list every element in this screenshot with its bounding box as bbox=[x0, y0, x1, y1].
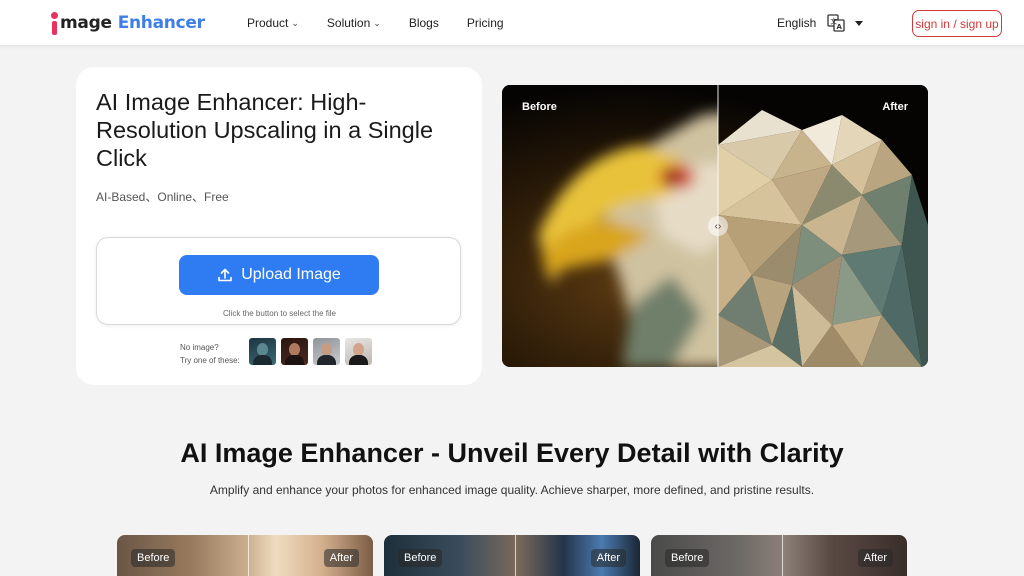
example-card-1[interactable]: Before After bbox=[117, 535, 373, 576]
sample-thumbnail[interactable] bbox=[345, 338, 372, 365]
translate-icon: 文 A bbox=[827, 14, 846, 32]
nav-pricing-label: Pricing bbox=[466, 16, 504, 30]
example-before-tag: Before bbox=[398, 549, 443, 567]
main-nav: Product ⌄ Solution ⌄ Blogs Pricing bbox=[247, 0, 532, 46]
svg-text:A: A bbox=[837, 23, 843, 31]
sample-thumbnail[interactable] bbox=[249, 338, 276, 365]
before-after-showcase[interactable]: Before After ‹› bbox=[502, 85, 928, 367]
example-card-3[interactable]: Before After bbox=[651, 535, 907, 576]
example-divider bbox=[248, 535, 249, 576]
nav-blogs[interactable]: Blogs bbox=[409, 16, 439, 30]
hero-card: AI Image Enhancer: High-Resolution Upsca… bbox=[76, 67, 482, 385]
nav-solution[interactable]: Solution ⌄ bbox=[327, 16, 381, 30]
chevron-down-icon: ⌄ bbox=[373, 17, 381, 28]
upload-hint: Click the button to select the file bbox=[223, 309, 336, 318]
nav-product-label: Product bbox=[247, 16, 289, 30]
hero-subtitle: AI-Based、Online、Free bbox=[96, 190, 229, 204]
nav-product[interactable]: Product ⌄ bbox=[247, 16, 299, 30]
before-label: Before bbox=[522, 101, 557, 113]
hero-title: AI Image Enhancer: High-Resolution Upsca… bbox=[96, 89, 434, 171]
language-label: English bbox=[777, 16, 817, 30]
example-after-tag: After bbox=[590, 549, 626, 567]
sign-in-button[interactable]: sign in / sign up bbox=[912, 10, 1002, 37]
example-card-2[interactable]: Before After bbox=[384, 535, 640, 576]
logo-i-mark bbox=[50, 11, 58, 35]
logo-brand: Enhancer bbox=[117, 13, 205, 33]
sample-images: No image? Try one of these: bbox=[180, 338, 460, 368]
nav-blogs-label: Blogs bbox=[408, 16, 439, 30]
upload-icon bbox=[218, 268, 232, 282]
upload-image-button[interactable]: Upload Image bbox=[179, 255, 379, 295]
after-label: After bbox=[882, 101, 908, 113]
section-title: AI Image Enhancer - Unveil Every Detail … bbox=[180, 438, 844, 468]
section-subtitle: Amplify and enhance your photos for enha… bbox=[209, 483, 815, 497]
example-before-tag: Before bbox=[665, 549, 710, 567]
upload-dropzone[interactable]: Upload Image Click the button to select … bbox=[96, 237, 461, 325]
caret-down-icon bbox=[855, 20, 864, 26]
example-divider bbox=[515, 535, 516, 576]
samples-label: No image? Try one of these: bbox=[180, 341, 240, 367]
chevron-down-icon: ⌄ bbox=[291, 17, 299, 28]
samples-label-line2: Try one of these: bbox=[180, 356, 240, 365]
example-before-tag: Before bbox=[131, 549, 176, 567]
example-divider bbox=[782, 535, 783, 576]
top-navbar: mage Enhancer Product ⌄ Solution ⌄ Blogs… bbox=[0, 0, 1024, 46]
logo[interactable]: mage Enhancer bbox=[50, 11, 205, 35]
samples-label-line1: No image? bbox=[180, 343, 219, 352]
code-arrows-icon: ‹› bbox=[714, 220, 722, 232]
compare-slider-handle[interactable]: ‹› bbox=[708, 216, 728, 236]
sample-thumbnail[interactable] bbox=[313, 338, 340, 365]
nav-solution-label: Solution bbox=[326, 16, 371, 30]
language-selector[interactable]: English 文 A bbox=[777, 14, 864, 32]
example-after-tag: After bbox=[857, 549, 893, 567]
logo-word: mage bbox=[60, 13, 112, 33]
example-after-tag: After bbox=[323, 549, 359, 567]
sample-thumbnail[interactable] bbox=[281, 338, 308, 365]
upload-image-label: Upload Image bbox=[241, 266, 341, 283]
nav-pricing[interactable]: Pricing bbox=[467, 16, 504, 30]
